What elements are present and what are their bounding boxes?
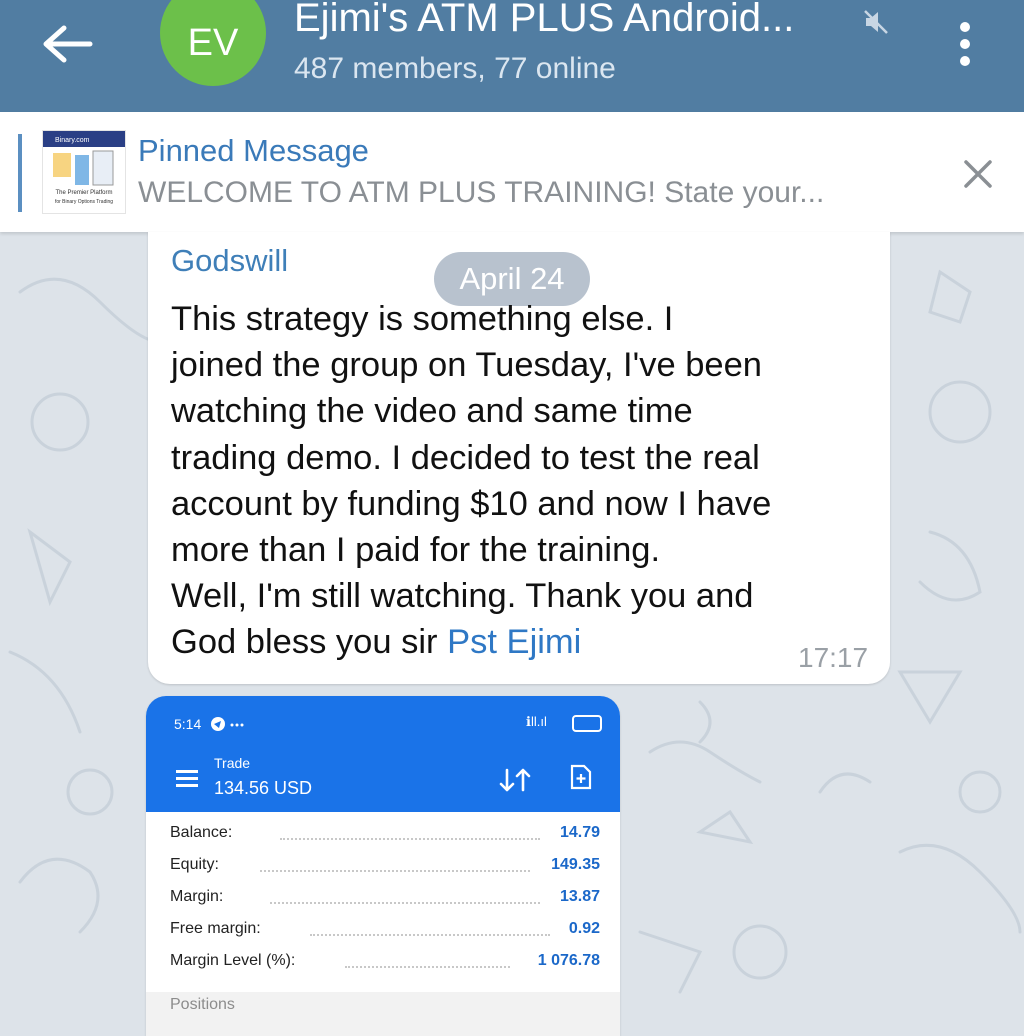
account-row-margin: Margin: 13.87 bbox=[170, 888, 600, 918]
pinned-text: WELCOME TO ATM PLUS TRAINING! State your… bbox=[138, 176, 825, 209]
message-line: account by funding $10 and now I have bbox=[171, 484, 772, 523]
close-icon[interactable] bbox=[958, 154, 998, 194]
account-row-margin-level: Margin Level (%): 1 076.78 bbox=[170, 952, 600, 982]
row-value: 1 076.78 bbox=[531, 952, 600, 970]
message-line: This strategy is something else. I bbox=[171, 300, 674, 338]
trade-app-header: 5:14 ℹll.ıl Trade 134.56 USD bbox=[146, 696, 620, 812]
mention-link[interactable]: Pst Ejimi bbox=[447, 623, 581, 661]
member-count: 487 members, 77 online bbox=[294, 52, 616, 85]
message-line: watching the video and same time bbox=[171, 392, 693, 431]
message-line: trading demo. I decided to test the real bbox=[171, 438, 760, 477]
row-label: Margin: bbox=[170, 888, 230, 906]
trade-title: Trade bbox=[214, 755, 251, 771]
hamburger-menu-icon bbox=[176, 770, 198, 788]
thumbnail-brand: Binary.com bbox=[55, 137, 90, 144]
binary-ad-image: Binary.com The Premier Platform for Bina… bbox=[43, 131, 125, 205]
account-row-free-margin: Free margin: 0.92 bbox=[170, 920, 600, 950]
message-line: God bless you sir Pst Ejimi bbox=[171, 619, 871, 665]
avatar-initials: EV bbox=[187, 21, 239, 64]
muted-speaker-icon bbox=[864, 10, 888, 34]
positions-label: Positions bbox=[170, 996, 235, 1013]
status-time: 5:14 bbox=[174, 716, 202, 732]
row-value: 0.92 bbox=[562, 920, 600, 938]
arrow-left-icon[interactable] bbox=[40, 24, 96, 64]
row-label: Balance: bbox=[170, 824, 239, 842]
message-line: Well, I'm still watching. Thank you and bbox=[171, 577, 754, 616]
positions-section: Positions bbox=[146, 992, 620, 1036]
trade-amount: 134.56 USD bbox=[214, 778, 313, 798]
message-line: joined the group on Tuesday, I've been bbox=[171, 346, 762, 385]
chat-title[interactable]: Ejimi's ATM PLUS Android... bbox=[294, 0, 794, 41]
battery-icon bbox=[572, 715, 602, 732]
chat-header: EV Ejimi's ATM PLUS Android... 487 membe… bbox=[0, 0, 1024, 112]
account-row-balance: Balance: 14.79 bbox=[170, 824, 600, 854]
message-line: more than I paid for the training. bbox=[171, 531, 661, 570]
row-value: 149.35 bbox=[545, 856, 600, 874]
photo-message[interactable]: 5:14 ℹll.ıl Trade 134.56 USD Balance: 14… bbox=[146, 696, 620, 1036]
new-order-icon bbox=[570, 764, 592, 790]
more-vertical-icon[interactable] bbox=[948, 20, 982, 68]
account-row-equity: Equity: 149.35 bbox=[170, 856, 600, 886]
thumbnail-caption-2: for Binary Options Trading bbox=[55, 199, 113, 205]
pinned-title: Pinned Message bbox=[138, 133, 369, 168]
telegram-status-icon bbox=[211, 717, 244, 731]
message-time: 17:17 bbox=[798, 642, 869, 673]
thumbnail-caption-1: The Premier Platform bbox=[55, 190, 112, 196]
message-text: This strategy is something else. I joine… bbox=[171, 296, 871, 666]
pinned-accent-line bbox=[18, 134, 22, 212]
row-label: Margin Level (%): bbox=[170, 952, 302, 970]
sort-icon bbox=[499, 768, 531, 792]
pinned-thumbnail: Binary.com The Premier Platform for Bina… bbox=[42, 130, 126, 214]
pinned-message-bar[interactable] bbox=[0, 112, 1024, 232]
row-label: Equity: bbox=[170, 856, 225, 874]
row-value: 14.79 bbox=[553, 824, 600, 842]
signal-icon: ℹll.ıl bbox=[526, 714, 547, 729]
message-sender[interactable]: Godswill bbox=[171, 243, 288, 279]
message-line-prefix: God bless you sir bbox=[171, 623, 448, 662]
row-label: Free margin: bbox=[170, 920, 267, 938]
row-value: 13.87 bbox=[553, 888, 600, 906]
